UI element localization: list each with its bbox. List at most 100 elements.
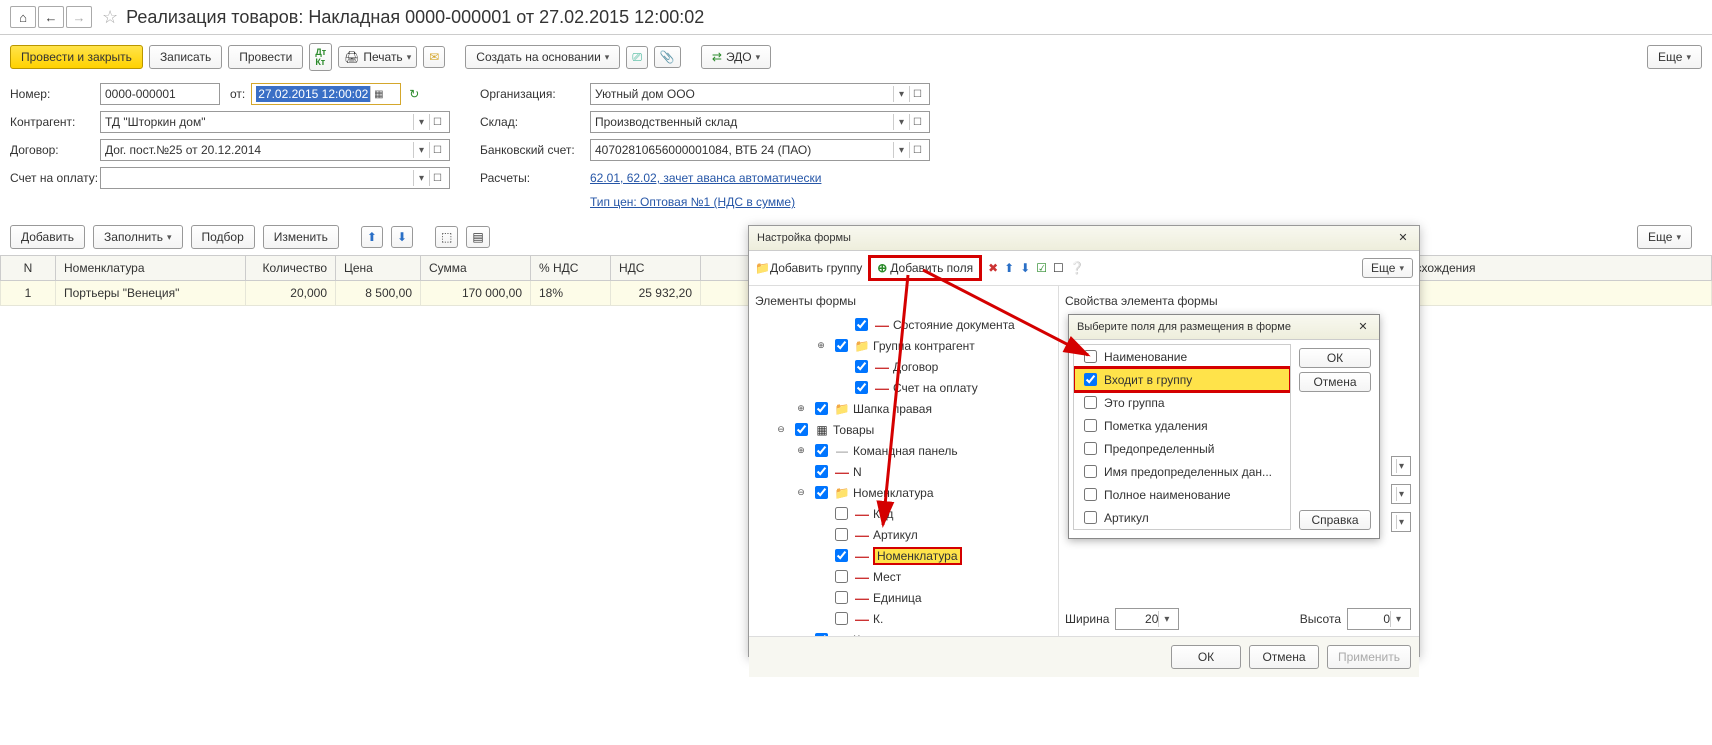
fill-button[interactable]: Заполнить	[93, 225, 182, 249]
picker-item[interactable]: Единица	[1074, 529, 1290, 530]
star-icon[interactable]: ☆	[102, 7, 118, 28]
tree-checkbox[interactable]	[815, 633, 828, 636]
number-input[interactable]: 0000-000001	[100, 83, 220, 105]
uncheck-all-icon[interactable]: ☐	[1053, 261, 1064, 275]
tree-item[interactable]: —К.	[755, 608, 1052, 629]
add-row-button[interactable]: Добавить	[10, 225, 85, 249]
picker-checkbox[interactable]	[1084, 396, 1097, 409]
tree-item[interactable]: ⊕📁Группа контрагент	[755, 335, 1052, 356]
counterparty-input[interactable]: ТД "Шторкин дом"▾☐	[100, 111, 450, 133]
calc-link[interactable]: 62.01, 62.02, зачет аванса автоматически	[590, 171, 821, 185]
tree-checkbox[interactable]	[835, 570, 848, 583]
tree-item[interactable]: —Счет на оплату	[755, 377, 1052, 398]
tree-checkbox[interactable]	[795, 423, 808, 436]
picker-checkbox[interactable]	[1084, 465, 1097, 478]
picker-checkbox[interactable]	[1084, 442, 1097, 455]
picker-checkbox[interactable]	[1084, 488, 1097, 501]
th-qty[interactable]: Количество	[246, 256, 336, 281]
move-down-button[interactable]: ⬇	[391, 226, 413, 248]
picker-item[interactable]: Предопределенный	[1074, 437, 1290, 460]
height-input[interactable]: 0▾	[1347, 608, 1411, 630]
dialog-more-button[interactable]: Еще	[1362, 258, 1413, 278]
picker-item[interactable]: Имя предопределенных дан...	[1074, 460, 1290, 483]
contract-input[interactable]: Дог. пост.№25 от 20.12.2014▾☐	[100, 139, 450, 161]
tree-checkbox[interactable]	[815, 486, 828, 499]
tree-item[interactable]: ⊖📁Номенклатура	[755, 482, 1052, 503]
picker-help-button[interactable]: Справка	[1299, 510, 1371, 530]
change-button[interactable]: Изменить	[263, 225, 339, 249]
pick-button[interactable]: Подбор	[191, 225, 255, 249]
dtkt-button[interactable]: ДтКт	[309, 43, 332, 71]
dialog-ok-button[interactable]: ОК	[1171, 645, 1241, 669]
picker-checkbox[interactable]	[1084, 511, 1097, 524]
th-sum[interactable]: Сумма	[421, 256, 531, 281]
dialog-apply-button[interactable]: Применить	[1327, 645, 1411, 669]
picker-checkbox[interactable]	[1084, 350, 1097, 363]
expand-icon[interactable]: ⊖	[775, 424, 787, 435]
tree-checkbox[interactable]	[835, 339, 848, 352]
picker-cancel-button[interactable]: Отмена	[1299, 372, 1371, 392]
picker-item[interactable]: Артикул	[1074, 506, 1290, 529]
tree-item[interactable]: —Номенклатура	[755, 545, 1052, 566]
tree-item[interactable]: —N	[755, 461, 1052, 482]
delete-icon[interactable]: ✖	[988, 261, 998, 275]
tree-item[interactable]: —Количество	[755, 629, 1052, 636]
copy-button[interactable]: ⬚	[435, 226, 458, 248]
struct-button[interactable]: ⎚	[626, 46, 648, 69]
tree-checkbox[interactable]	[815, 402, 828, 415]
close-icon[interactable]: ✕	[1395, 230, 1411, 246]
prop-dd-1[interactable]: ▾	[1391, 456, 1411, 476]
tree-checkbox[interactable]	[855, 360, 868, 373]
tree-item[interactable]: —Состояние документа	[755, 314, 1052, 335]
picker-ok-button[interactable]: ОК	[1299, 348, 1371, 368]
add-group-button[interactable]: 📁Добавить группу	[755, 261, 862, 275]
save-button[interactable]: Записать	[149, 45, 222, 69]
tree-checkbox[interactable]	[855, 381, 868, 394]
picker-close-icon[interactable]: ✕	[1355, 319, 1371, 335]
table-more-button[interactable]: Еще	[1637, 225, 1692, 249]
tree-item[interactable]: —Код	[755, 503, 1052, 524]
tree-checkbox[interactable]	[835, 528, 848, 541]
more-button[interactable]: Еще	[1647, 45, 1702, 69]
picker-item[interactable]: Наименование	[1074, 345, 1290, 368]
tree-item[interactable]: —Договор	[755, 356, 1052, 377]
org-input[interactable]: Уютный дом ООО▾☐	[590, 83, 930, 105]
picker-item[interactable]: Это группа	[1074, 391, 1290, 414]
expand-icon[interactable]: ⊕	[795, 445, 807, 456]
invoice-input[interactable]: ▾☐	[100, 167, 450, 189]
tree-item[interactable]: ⊕—Командная панель	[755, 440, 1052, 461]
width-input[interactable]: 20▾	[1115, 608, 1179, 630]
mail-button[interactable]: ✉	[423, 46, 445, 68]
expand-icon[interactable]: ⊕	[795, 403, 807, 414]
tree-item[interactable]: ⊕📁Шапка правая	[755, 398, 1052, 419]
print-button[interactable]: 🖨 Печать	[338, 46, 417, 68]
dialog-cancel-button[interactable]: Отмена	[1249, 645, 1319, 669]
tree-checkbox[interactable]	[815, 465, 828, 478]
th-vat-pct[interactable]: % НДС	[531, 256, 611, 281]
post-close-button[interactable]: Провести и закрыть	[10, 45, 143, 69]
calendar-icon[interactable]: ▦	[370, 86, 386, 102]
picker-item[interactable]: Полное наименование	[1074, 483, 1290, 506]
picker-checkbox[interactable]	[1084, 373, 1097, 386]
move-down-icon[interactable]: ⬇	[1020, 261, 1030, 275]
paste-button[interactable]: ▤	[466, 226, 489, 248]
tree-checkbox[interactable]	[855, 318, 868, 331]
move-up-button[interactable]: ⬆	[361, 226, 383, 248]
picker-checkbox[interactable]	[1084, 419, 1097, 432]
price-type-link[interactable]: Тип цен: Оптовая №1 (НДС в сумме)	[590, 195, 795, 209]
th-nom[interactable]: Номенклатура	[56, 256, 246, 281]
tree-checkbox[interactable]	[835, 507, 848, 520]
picker-item[interactable]: Пометка удаления	[1074, 414, 1290, 437]
forward-button[interactable]: →	[66, 6, 92, 28]
expand-icon[interactable]: ⊕	[815, 340, 827, 351]
tree-item[interactable]: ⊖▦Товары	[755, 419, 1052, 440]
picker-item[interactable]: Входит в группу	[1074, 368, 1290, 391]
back-button[interactable]: ←	[38, 6, 64, 28]
th-origin[interactable]: а происхождения	[1371, 256, 1712, 281]
home-button[interactable]: ⌂	[10, 6, 36, 28]
post-button[interactable]: Провести	[228, 45, 303, 69]
warehouse-input[interactable]: Производственный склад▾☐	[590, 111, 930, 133]
th-price[interactable]: Цена	[336, 256, 421, 281]
prop-dd-3[interactable]: ▾	[1391, 512, 1411, 532]
tree-item[interactable]: —Единица	[755, 587, 1052, 608]
